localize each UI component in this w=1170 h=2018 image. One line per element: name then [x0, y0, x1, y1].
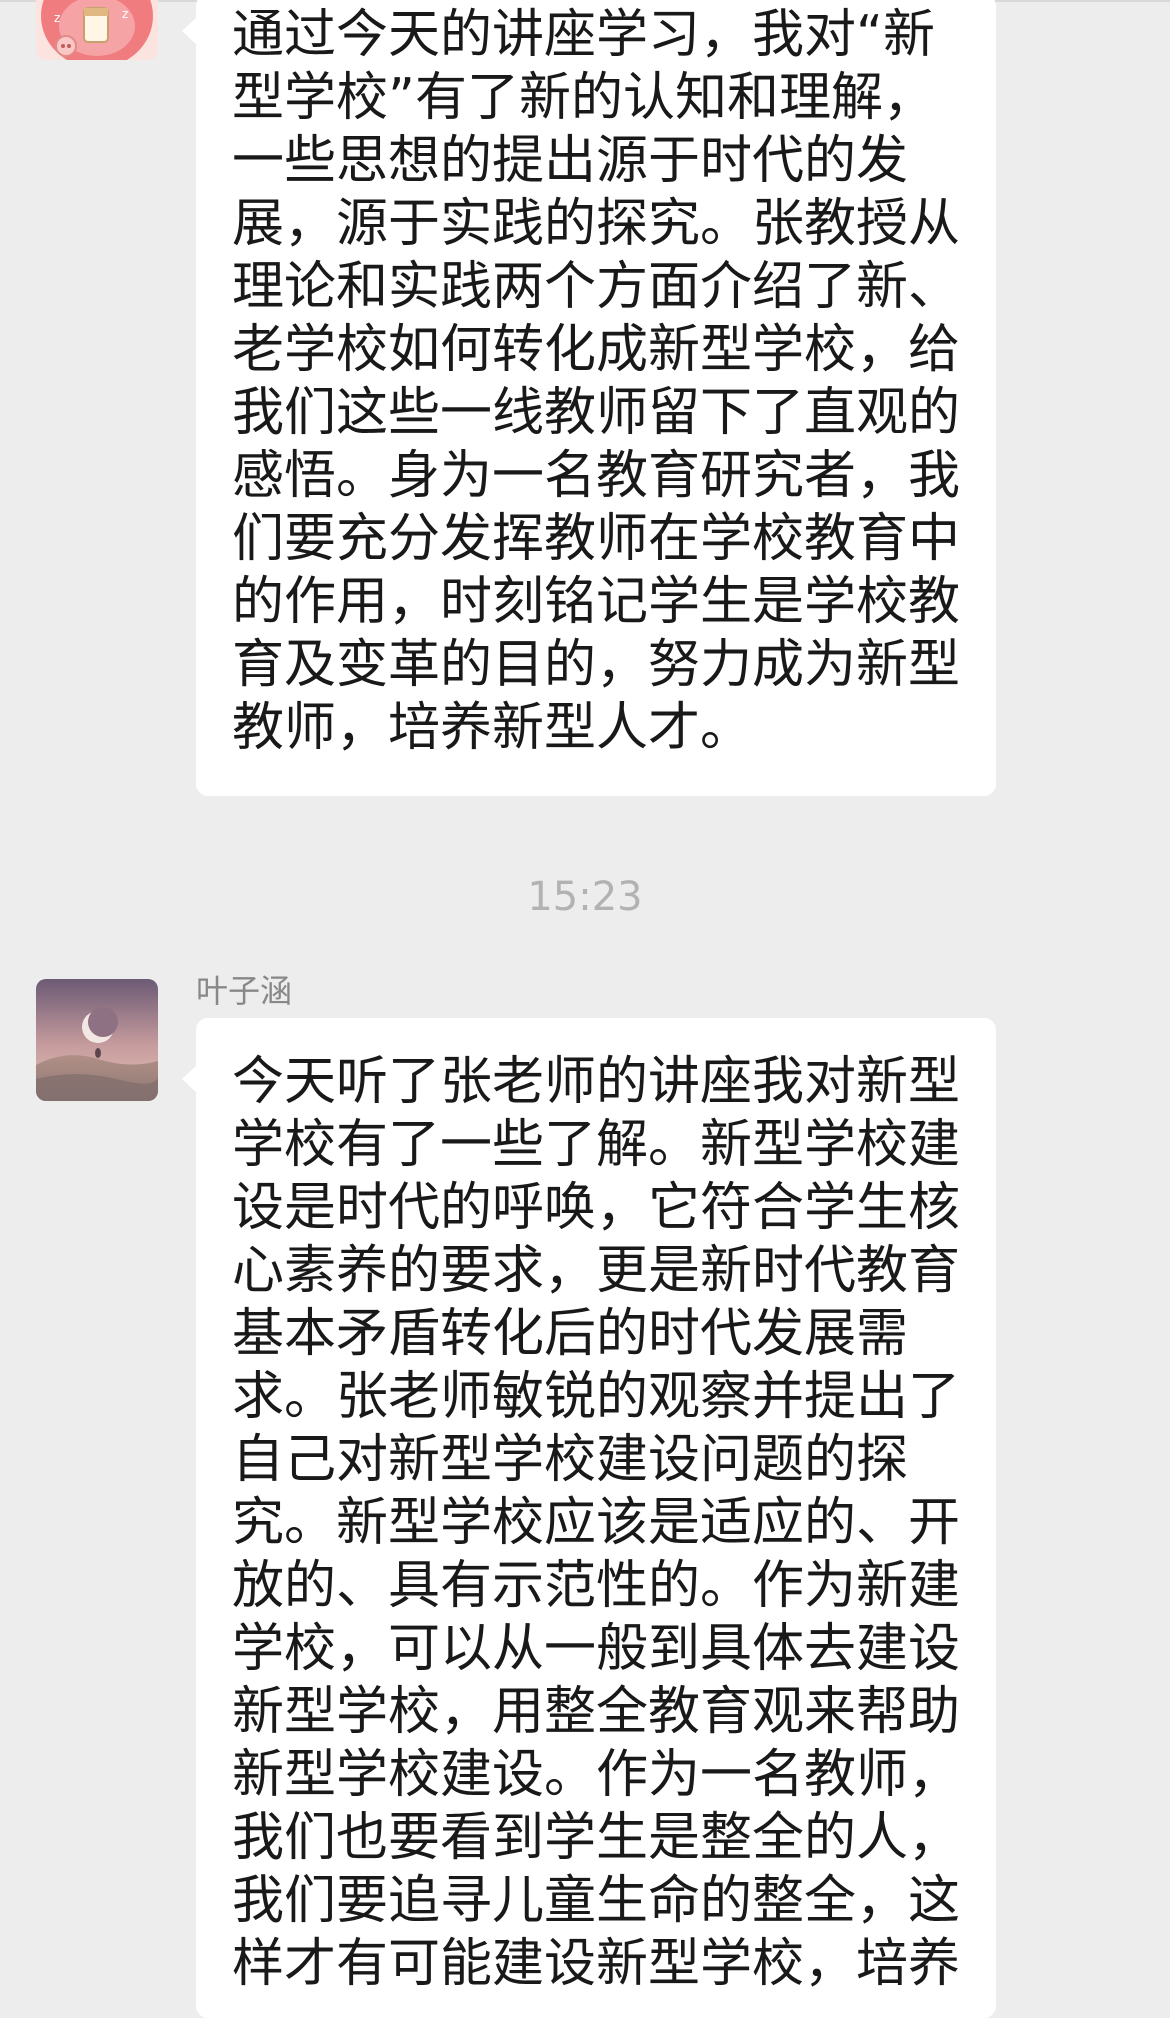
- message-text: 通过今天的讲座学习，我对“新型学校”有了新的认知和理解，一些思想的提出源于时代的…: [232, 5, 961, 758]
- moon-landscape-avatar-icon[interactable]: [36, 979, 158, 1101]
- svg-text:z: z: [122, 7, 128, 21]
- message-bubble[interactable]: 今天听了张老师的讲座我对新型学校有了一些了解。新型学校建设是时代的呼唤，它符合学…: [182, 1018, 996, 2018]
- svg-text:z: z: [54, 11, 60, 25]
- message-bubble[interactable]: 通过今天的讲座学习，我对“新型学校”有了新的认知和理解，一些思想的提出源于时代的…: [182, 0, 996, 796]
- message-text: 今天听了张老师的讲座我对新型学校有了一些了解。新型学校建设是时代的呼唤，它符合学…: [232, 1052, 961, 1994]
- message-timestamp: 15:23: [527, 874, 643, 920]
- cartoon-pig-avatar-icon[interactable]: z z: [36, 0, 158, 60]
- sender-name: 叶子涵: [196, 972, 293, 1010]
